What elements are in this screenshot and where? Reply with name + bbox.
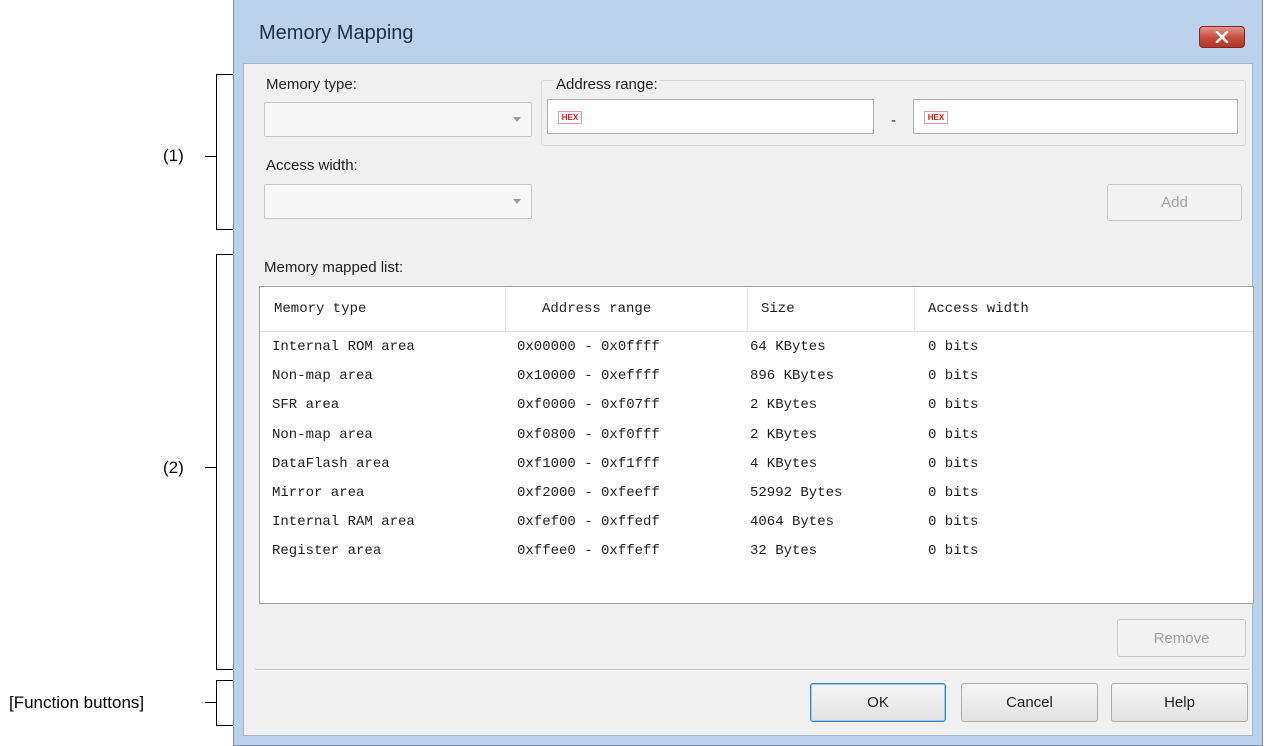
annotation-section-1: (1) — [163, 146, 184, 165]
bracket-section-1 — [216, 74, 233, 230]
cell-access-width: 0 bits — [928, 455, 979, 472]
memory-mapped-list[interactable]: Memory type Address range Size Access wi… — [259, 286, 1254, 604]
chevron-down-icon — [513, 117, 521, 122]
column-header-memory-type[interactable]: Memory type — [260, 287, 506, 331]
close-button[interactable] — [1199, 26, 1245, 48]
add-button[interactable]: Add — [1107, 184, 1242, 221]
cell-access-width: 0 bits — [928, 485, 979, 501]
table-row[interactable]: Register area 0xffee0 - 0xffeff 32 Bytes 0 … — [260, 537, 1253, 566]
cell-address-range: 0x00000 - 0x0ffff — [517, 339, 660, 355]
memory-type-label: Memory type: — [266, 76, 357, 93]
bracket-section-1-tick — [205, 156, 216, 157]
cell-access-width: 0 bits — [928, 426, 979, 443]
cell-memory-type: Non-map area — [272, 426, 373, 443]
memory-mapped-list-label: Memory mapped list: — [264, 259, 404, 276]
cell-address-range: 0xfef00 - 0xffedf — [517, 514, 660, 531]
cell-address-range: 0xf0000 - 0xf07ff — [517, 397, 660, 414]
hex-icon: HEX — [924, 111, 948, 124]
cell-memory-type: Register area — [272, 543, 382, 560]
table-row[interactable]: SFR area 0xf0000 - 0xf07ff 2 KBytes 0 bits — [260, 391, 1253, 420]
function-buttons-separator — [255, 669, 1249, 671]
column-header-address-range[interactable]: Address range — [506, 287, 748, 331]
cell-address-range: 0xf2000 - 0xfeeff — [517, 485, 660, 501]
address-range-label: Address range: — [554, 76, 660, 93]
cell-access-width: 0 bits — [928, 339, 979, 355]
chevron-down-icon — [513, 199, 521, 204]
annotation-section-2: (2) — [163, 458, 184, 477]
cell-size: 4064 Bytes — [750, 514, 835, 531]
cell-memory-type: Mirror area — [272, 485, 365, 501]
cell-access-width: 0 bits — [928, 368, 979, 385]
cell-access-width: 0 bits — [928, 514, 979, 531]
table-row[interactable]: DataFlash area 0xf1000 - 0xf1fff 4 KBytes 0… — [260, 450, 1253, 479]
cell-address-range: 0xf0800 - 0xf0fff — [517, 426, 660, 443]
access-width-combo[interactable] — [264, 184, 532, 219]
bracket-section-2 — [216, 254, 233, 670]
dialog-title: Memory Mapping — [259, 22, 414, 44]
table-row[interactable]: Non-map area 0x10000 - 0xeffff 896 KBytes 0… — [260, 362, 1253, 391]
table-row[interactable]: Mirror area 0xf2000 - 0xfeeff 52992 Bytes 0… — [260, 479, 1253, 508]
cell-size: 64 KBytes — [750, 339, 826, 355]
cell-size: 896 KBytes — [750, 368, 835, 385]
table-row[interactable]: Non-map area 0xf0800 - 0xf0fff 2 KBytes 0 b… — [260, 421, 1253, 450]
cell-size: 2 KBytes — [750, 397, 818, 414]
cell-address-range: 0x10000 - 0xeffff — [517, 368, 660, 385]
table-row[interactable]: Internal RAM area 0xfef00 - 0xffedf 4064 B… — [260, 508, 1253, 537]
bracket-function-buttons — [216, 680, 233, 726]
cell-size: 52992 Bytes — [750, 485, 843, 501]
cell-memory-type: SFR area — [272, 397, 340, 414]
help-button[interactable]: Help — [1111, 683, 1248, 722]
hex-icon: HEX — [558, 111, 582, 124]
access-width-label: Access width: — [266, 157, 358, 174]
cell-address-range: 0xffee0 - 0xffeff — [517, 543, 660, 560]
cell-size: 32 Bytes — [750, 543, 818, 560]
address-range-separator: - — [891, 112, 896, 129]
column-header-size[interactable]: Size — [748, 287, 915, 331]
cancel-button[interactable]: Cancel — [961, 683, 1098, 722]
remove-button[interactable]: Remove — [1117, 619, 1246, 657]
cell-access-width: 0 bits — [928, 397, 979, 414]
cell-size: 2 KBytes — [750, 426, 818, 443]
bracket-section-2-tick — [205, 467, 216, 468]
bracket-function-buttons-tick — [205, 702, 216, 703]
annotation-function-buttons: [Function buttons] — [9, 693, 145, 712]
close-icon — [1215, 31, 1229, 43]
cell-address-range: 0xf1000 - 0xf1fff — [517, 455, 660, 472]
address-start-input[interactable]: HEX — [547, 99, 874, 134]
memory-type-combo[interactable] — [264, 102, 532, 137]
ok-button[interactable]: OK — [810, 683, 946, 722]
cell-memory-type: Internal RAM area — [272, 514, 415, 531]
cell-memory-type: Non-map area — [272, 368, 373, 385]
cell-memory-type: DataFlash area — [272, 455, 390, 472]
cell-size: 4 KBytes — [750, 455, 818, 472]
cell-access-width: 0 bits — [928, 543, 979, 560]
table-row[interactable]: Internal ROM area 0x00000 - 0x0ffff 64 KBy… — [260, 333, 1253, 362]
column-header-access-width[interactable]: Access width — [915, 287, 1253, 331]
list-header: Memory type Address range Size Access wi… — [260, 287, 1253, 332]
cell-memory-type: Internal ROM area — [272, 339, 415, 355]
address-end-input[interactable]: HEX — [913, 99, 1238, 134]
